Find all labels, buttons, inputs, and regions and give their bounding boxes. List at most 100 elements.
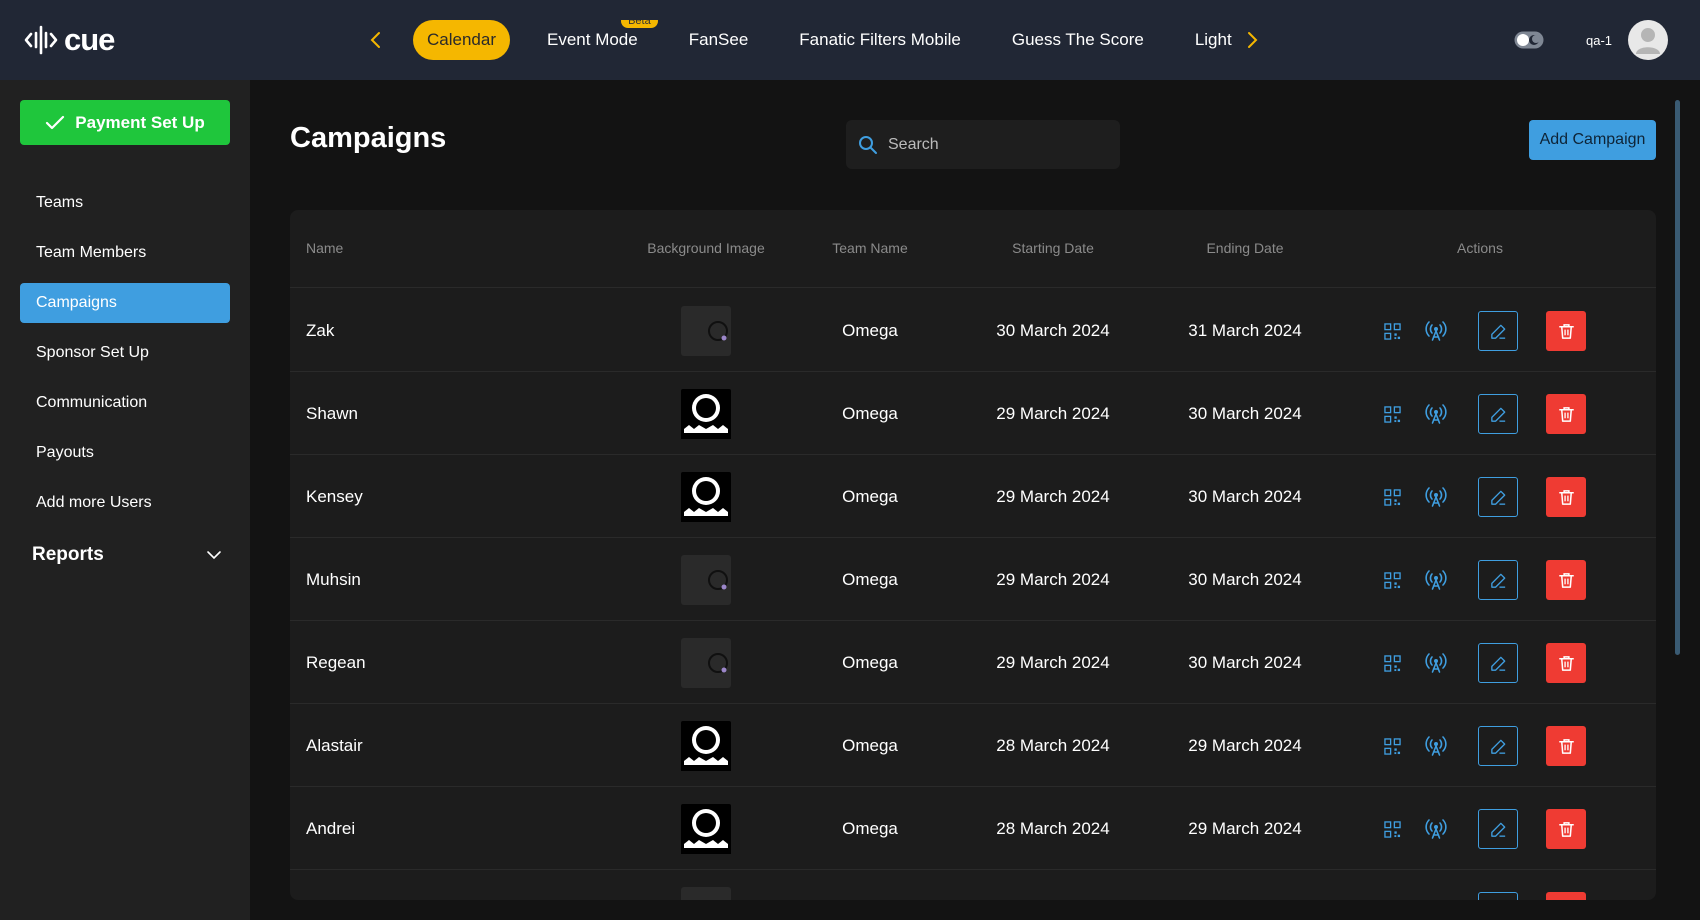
table-row: Zak Omega 30 March 2024 31 March 2024	[290, 289, 1656, 372]
background-image-cell	[626, 870, 786, 900]
add-campaign-button[interactable]: Add Campaign	[1529, 120, 1656, 160]
chevron-down-icon	[207, 551, 221, 560]
sidebar: Payment Set Up Teams Team Members Campai…	[0, 80, 250, 920]
qr-code-icon[interactable]	[1382, 736, 1402, 756]
search-input[interactable]	[888, 135, 1108, 154]
tab-light[interactable]: Light	[1181, 20, 1235, 60]
broadcast-icon[interactable]	[1424, 817, 1448, 841]
tab-fanatic-filters-mobile[interactable]: Fanatic Filters Mobile	[785, 20, 975, 60]
background-image-cell	[626, 289, 786, 372]
background-image-thumbnail	[681, 886, 731, 900]
logo-mark-icon	[24, 25, 58, 55]
ending-date: 29 March 2024	[1188, 818, 1302, 838]
background-image-thumbnail	[681, 803, 731, 854]
edit-button[interactable]	[1478, 643, 1518, 683]
sidebar-item-payouts[interactable]: Payouts	[20, 433, 230, 473]
sidebar-item-label: Teams	[36, 194, 84, 211]
delete-icon	[1557, 405, 1576, 424]
tab-label: Event Mode	[547, 30, 638, 49]
nav-tabs: Calendar Event Mode Beta FanSee Fanatic F…	[413, 20, 1235, 60]
edit-icon	[1489, 405, 1508, 424]
background-image-cell	[626, 372, 786, 455]
background-image-thumbnail	[681, 388, 731, 439]
delete-button[interactable]	[1546, 892, 1586, 900]
broadcast-icon[interactable]	[1424, 734, 1448, 758]
qr-code-icon[interactable]	[1382, 404, 1402, 424]
page-title: Campaigns	[290, 122, 447, 154]
edit-button[interactable]	[1478, 726, 1518, 766]
edit-button[interactable]	[1478, 892, 1518, 900]
sidebar-reports-toggle[interactable]: Reports	[32, 540, 222, 570]
delete-button[interactable]	[1546, 311, 1586, 351]
edit-button[interactable]	[1478, 560, 1518, 600]
team-name	[800, 870, 940, 900]
background-image-cell	[626, 787, 786, 870]
ending-date: 31 March 2024	[1188, 320, 1302, 340]
qr-code-icon[interactable]	[1382, 321, 1402, 341]
ending-date: 29 March 2024	[1188, 735, 1302, 755]
starting-date: 29 March 2024	[996, 486, 1110, 506]
tab-fansee[interactable]: FanSee	[675, 20, 763, 60]
starting-date: 29 March 2024	[996, 569, 1110, 589]
sidebar-item-campaigns[interactable]: Campaigns	[20, 283, 230, 323]
campaign-name: Kensey	[306, 486, 363, 506]
sidebar-item-communication[interactable]: Communication	[20, 383, 230, 423]
delete-button[interactable]	[1546, 809, 1586, 849]
sidebar-item-sponsor-setup[interactable]: Sponsor Set Up	[20, 333, 230, 373]
table-row: Regean Omega 29 March 2024 30 March 2024	[290, 621, 1656, 704]
tab-label: Light	[1194, 30, 1232, 49]
delete-button[interactable]	[1546, 394, 1586, 434]
broadcast-icon[interactable]	[1424, 485, 1448, 509]
ending-date: 30 March 2024	[1188, 486, 1302, 506]
edit-icon	[1489, 820, 1508, 839]
campaign-name	[306, 870, 606, 900]
qr-code-icon[interactable]	[1382, 819, 1402, 839]
broadcast-icon[interactable]	[1424, 651, 1448, 675]
starting-date: 28 March 2024	[996, 735, 1110, 755]
edit-button[interactable]	[1478, 809, 1518, 849]
broadcast-icon[interactable]	[1424, 568, 1448, 592]
delete-button[interactable]	[1546, 726, 1586, 766]
edit-button[interactable]	[1478, 477, 1518, 517]
ending-date: 30 March 2024	[1188, 403, 1302, 423]
tab-guess-the-score[interactable]: Guess The Score	[998, 20, 1158, 60]
background-image-thumbnail	[681, 720, 731, 771]
campaign-name: Zak	[306, 320, 335, 340]
column-header-name: Name	[306, 240, 344, 256]
background-image-thumbnail	[681, 637, 731, 688]
campaign-name: Muhsin	[306, 569, 361, 589]
scrollbar[interactable]	[1675, 100, 1680, 655]
qr-code-icon[interactable]	[1382, 487, 1402, 507]
qr-code-icon[interactable]	[1382, 570, 1402, 590]
column-header-team-name: Team Name	[832, 240, 908, 256]
team-name: Omega	[842, 818, 898, 838]
chevron-right-icon[interactable]	[1238, 26, 1266, 54]
table-row: Kensey Omega 29 March 2024 30 March 2024	[290, 455, 1656, 538]
sidebar-item-label: Add more Users	[36, 494, 152, 511]
delete-button[interactable]	[1546, 560, 1586, 600]
tab-event-mode[interactable]: Event Mode Beta	[533, 20, 658, 60]
chevron-left-icon[interactable]	[362, 26, 390, 54]
broadcast-icon[interactable]	[1424, 402, 1448, 426]
delete-icon	[1557, 322, 1576, 341]
check-icon	[46, 115, 65, 129]
edit-button[interactable]	[1478, 394, 1518, 434]
tab-calendar[interactable]: Calendar	[413, 20, 510, 60]
top-navbar: cue Calendar Event Mode Beta FanSee Fanat…	[0, 0, 1700, 80]
broadcast-icon[interactable]	[1424, 319, 1448, 343]
campaign-name: Alastair	[306, 735, 363, 755]
table-row: Shawn Omega 29 March 2024 30 March 2024	[290, 372, 1656, 455]
delete-button[interactable]	[1546, 477, 1586, 517]
sidebar-item-add-more-users[interactable]: Add more Users	[20, 483, 230, 523]
campaign-name: Shawn	[306, 403, 358, 423]
sidebar-item-teams[interactable]: Teams	[20, 183, 230, 223]
edit-button[interactable]	[1478, 311, 1518, 351]
edit-icon	[1489, 737, 1508, 756]
app-logo[interactable]: cue	[24, 22, 115, 58]
qr-code-icon[interactable]	[1382, 653, 1402, 673]
user-avatar-icon[interactable]	[1628, 20, 1668, 60]
delete-button[interactable]	[1546, 643, 1586, 683]
sidebar-item-team-members[interactable]: Team Members	[20, 233, 230, 273]
payment-setup-button[interactable]: Payment Set Up	[20, 100, 230, 145]
theme-toggle-icon[interactable]	[1514, 31, 1544, 49]
